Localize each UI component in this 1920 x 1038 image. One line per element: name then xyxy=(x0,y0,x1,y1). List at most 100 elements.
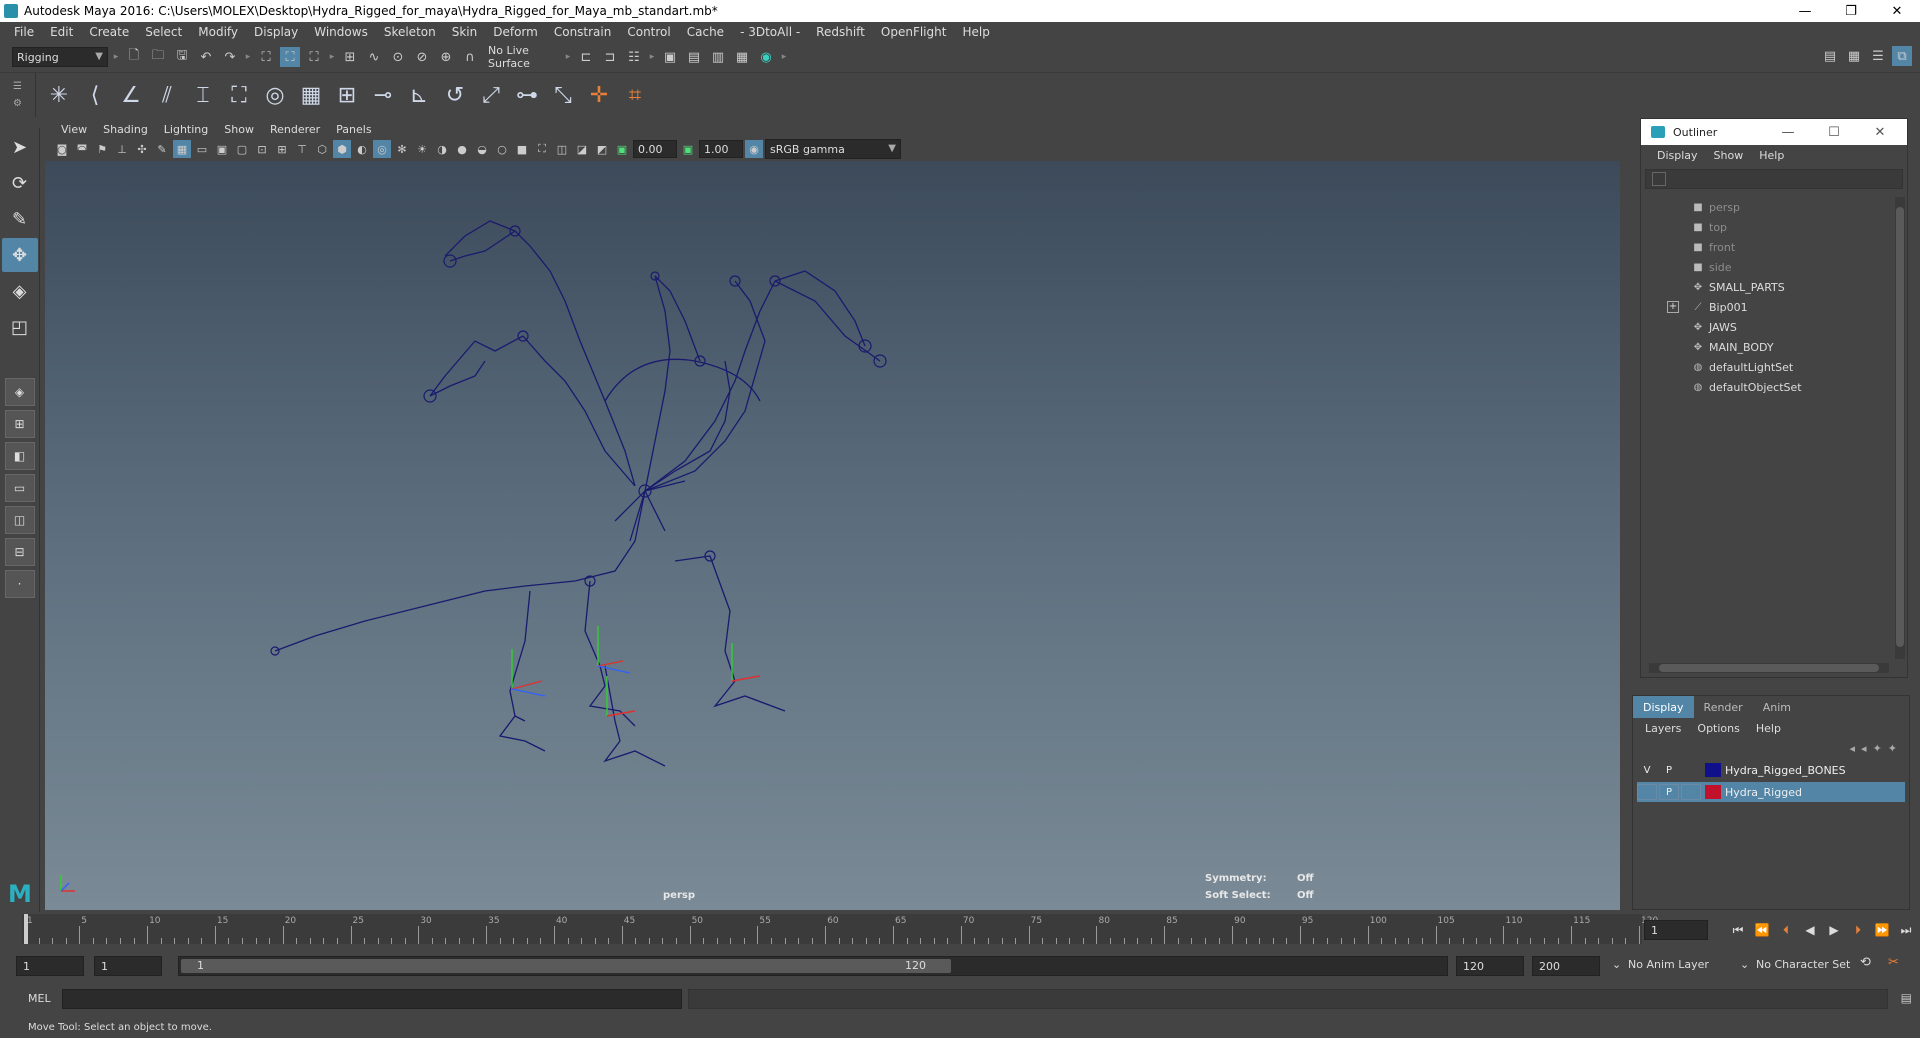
step-forward-frame-icon[interactable]: ⏩ xyxy=(1872,920,1892,940)
orient-constraint-icon[interactable]: ↺ xyxy=(440,79,470,111)
menu-redshift[interactable]: Redshift xyxy=(808,25,873,39)
depth-of-field-icon[interactable]: ■ xyxy=(513,140,531,158)
outliner-item-main-body[interactable]: ✥ MAIN_BODY xyxy=(1645,337,1893,357)
lasso-tool-icon[interactable]: ⟳ xyxy=(2,166,38,200)
safe-action-icon[interactable]: ⊞ xyxy=(273,140,291,158)
exposure-icon[interactable]: ▣ xyxy=(613,140,631,158)
snap-view-plane-icon[interactable]: ⊘ xyxy=(412,47,432,67)
restore-button[interactable]: ❐ xyxy=(1828,0,1874,22)
grease-pencil-icon[interactable]: ✎ xyxy=(153,140,171,158)
rotate-tool-icon[interactable]: ◈ xyxy=(2,274,38,308)
cluster-icon[interactable]: ⊞ xyxy=(332,79,362,111)
minimize-button[interactable]: — xyxy=(1782,0,1828,22)
camera-attributes-icon[interactable]: ◚ xyxy=(73,140,91,158)
layer-row[interactable]: V P Hydra_Rigged_BONES xyxy=(1637,760,1905,780)
select-object-icon[interactable]: ⛶ xyxy=(280,47,300,67)
outliner-item-side[interactable]: ■ side xyxy=(1645,257,1893,277)
outliner-menu-help[interactable]: Help xyxy=(1751,149,1792,162)
motion-blur-icon[interactable]: ◒ xyxy=(473,140,491,158)
command-language-toggle[interactable]: MEL xyxy=(28,992,51,1005)
range-bar[interactable]: 1 120 xyxy=(178,956,1448,976)
set-driven-key-icon[interactable]: ⌗ xyxy=(620,79,650,111)
side-by-side-layout-icon[interactable]: ◧ xyxy=(4,442,35,470)
xray-joints-icon[interactable]: ◪ xyxy=(573,140,591,158)
four-pane-layout-icon[interactable]: ⊞ xyxy=(4,410,35,438)
mirror-joint-icon[interactable]: ⌶ xyxy=(188,79,218,111)
shelf-tabs-toggle[interactable]: ☰ ⚙ xyxy=(0,73,36,117)
command-input[interactable] xyxy=(62,989,682,1009)
layer-row[interactable]: P Hydra_Rigged xyxy=(1637,782,1905,802)
layer-menu-help[interactable]: Help xyxy=(1748,722,1789,735)
render-frame-icon[interactable]: ▤ xyxy=(684,47,704,67)
move-layer-up-icon[interactable]: ◂ xyxy=(1850,742,1856,755)
new-layer-icon[interactable]: ✦ xyxy=(1873,742,1882,755)
move-tool-icon[interactable]: ✥ xyxy=(1,238,38,272)
channel-box-icon[interactable]: ⧉ xyxy=(1892,46,1912,66)
shadows-icon[interactable]: ◑ xyxy=(433,140,451,158)
outliner-menu-display[interactable]: Display xyxy=(1649,149,1706,162)
outliner-maximize-button[interactable]: ☐ xyxy=(1811,119,1857,145)
wireframe-on-shaded-icon[interactable]: ◎ xyxy=(373,140,391,158)
shelf-settings-icon[interactable]: ⚙ xyxy=(13,98,22,109)
isolate-select-icon[interactable]: ⛶ xyxy=(533,140,551,158)
scrollbar-thumb[interactable] xyxy=(1896,207,1904,647)
collapse-handle-icon[interactable]: ▸ xyxy=(564,46,572,68)
time-slider-track[interactable]: 1 5 10 15 20 25 30 35 40 45 50 55 60 65 70 75 80 85 90 95 10… xyxy=(22,914,1658,944)
select-component-icon[interactable]: ⛶ xyxy=(304,47,324,67)
magnet-icon[interactable]: ∩ xyxy=(460,47,480,67)
collapse-handle-icon[interactable]: ▸ xyxy=(244,46,252,68)
panel-menu-view[interactable]: View xyxy=(53,123,95,136)
step-back-key-icon[interactable]: ⏴ xyxy=(1776,920,1796,940)
select-camera-icon[interactable]: ◙ xyxy=(53,140,71,158)
tab-anim[interactable]: Anim xyxy=(1753,696,1801,718)
bookmark-icon[interactable]: ⚑ xyxy=(93,140,111,158)
persp-graph-layout-icon[interactable]: ◫ xyxy=(4,506,35,534)
collapse-handle-icon[interactable]: ▸ xyxy=(112,46,120,68)
smooth-shade-icon[interactable]: ⬢ xyxy=(333,140,351,158)
snap-grid-icon[interactable]: ⊞ xyxy=(340,47,360,67)
panel-menu-renderer[interactable]: Renderer xyxy=(262,123,328,136)
menu-display[interactable]: Display xyxy=(246,25,306,39)
layer-menu-layers[interactable]: Layers xyxy=(1637,722,1689,735)
lattice-icon[interactable]: ▦ xyxy=(296,79,326,111)
input-ops-icon[interactable]: ⊏ xyxy=(576,47,596,67)
persp-outliner-layout-icon[interactable]: ▭ xyxy=(4,474,35,502)
output-ops-icon[interactable]: ⊐ xyxy=(600,47,620,67)
gamma-icon[interactable]: ▣ xyxy=(679,140,697,158)
scale-tool-icon[interactable]: ◰ xyxy=(2,310,38,344)
menu-select[interactable]: Select xyxy=(137,25,190,39)
shelf-menu-icon[interactable]: ☰ xyxy=(13,81,22,92)
point-constraint-icon[interactable]: ⊸ xyxy=(368,79,398,111)
menu-modify[interactable]: Modify xyxy=(190,25,246,39)
menu-openflight[interactable]: OpenFlight xyxy=(873,25,955,39)
character-set-dropdown[interactable]: No Character Set xyxy=(1756,958,1850,971)
outliner-item-jaws[interactable]: ✥ JAWS xyxy=(1645,317,1893,337)
default-material-icon[interactable]: ◐ xyxy=(353,140,371,158)
live-surface-field[interactable]: No Live Surface xyxy=(484,44,560,70)
collapse-handle-icon[interactable]: ▸ xyxy=(648,46,656,68)
menu-windows[interactable]: Windows xyxy=(306,25,376,39)
layer-playback-toggle[interactable]: P xyxy=(1659,784,1679,800)
bind-skin-icon[interactable]: ⛶ xyxy=(224,79,254,111)
paint-select-tool-icon[interactable]: ✎ xyxy=(2,202,38,236)
color-management-icon[interactable]: ◉ xyxy=(745,140,763,158)
snap-curve-icon[interactable]: ∿ xyxy=(364,47,384,67)
image-plane-icon[interactable]: ⊥ xyxy=(113,140,131,158)
undo-icon[interactable]: ↶ xyxy=(196,47,216,67)
current-time-indicator[interactable] xyxy=(24,914,28,944)
gate-mask-icon[interactable]: ▢ xyxy=(233,140,251,158)
go-to-end-icon[interactable]: ⏭ xyxy=(1896,920,1916,940)
layer-color-swatch[interactable] xyxy=(1705,763,1721,777)
layer-menu-options[interactable]: Options xyxy=(1689,722,1747,735)
textured-icon[interactable]: ✻ xyxy=(393,140,411,158)
2d-pan-zoom-icon[interactable]: ✣ xyxy=(133,140,151,158)
menu-cache[interactable]: Cache xyxy=(679,25,732,39)
anim-layer-dropdown[interactable]: No Anim Layer xyxy=(1628,958,1709,971)
go-to-start-icon[interactable]: ⏮ xyxy=(1728,920,1748,940)
paint-weights-icon[interactable]: ◎ xyxy=(260,79,290,111)
script-editor-icon[interactable]: ▤ xyxy=(1901,991,1912,1005)
animation-start-field[interactable]: 1 xyxy=(16,956,84,976)
outliner-item-default-light-set[interactable]: ◍ defaultLightSet xyxy=(1645,357,1893,377)
step-forward-key-icon[interactable]: ⏵ xyxy=(1848,920,1868,940)
move-layer-down-icon[interactable]: ◂ xyxy=(1861,742,1867,755)
